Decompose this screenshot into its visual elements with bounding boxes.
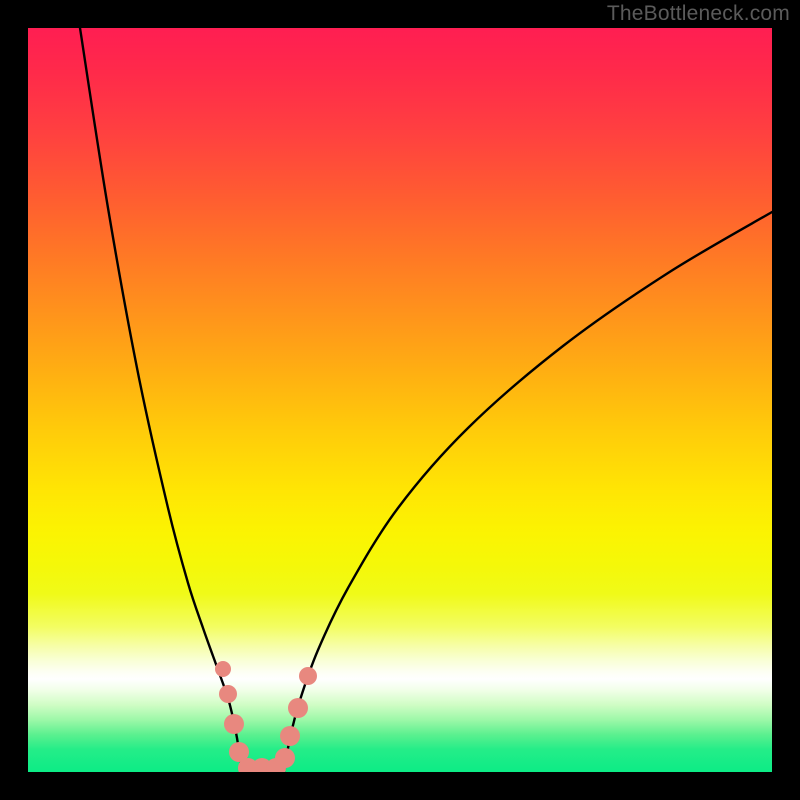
chart-stage: TheBottleneck.com [0,0,800,800]
right-dot-3 [288,698,308,718]
left-dot-3 [224,714,244,734]
right-dot-4 [299,667,317,685]
right-dot-2 [280,726,300,746]
curve-layer [28,28,772,772]
watermark-label: TheBottleneck.com [607,2,790,26]
plot-area [28,28,772,772]
left-dot-1 [215,661,231,677]
data-markers [215,661,317,772]
curve-left-branch [80,28,243,772]
right-dot-1 [275,748,295,768]
left-dot-2 [219,685,237,703]
curve-right-branch [284,212,772,772]
